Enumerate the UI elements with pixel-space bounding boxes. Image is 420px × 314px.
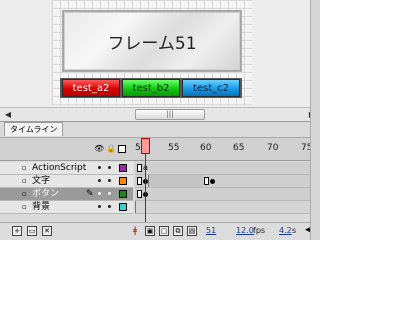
playhead-handle[interactable] [141, 138, 150, 154]
current-frame[interactable]: 51 [206, 226, 216, 235]
layer-name[interactable]: 背景 [32, 201, 50, 213]
stage-button-bar: test_a2 test_b2 test_c2 [60, 78, 242, 98]
keyframe-empty[interactable] [137, 164, 142, 172]
edit-multiple-frames-icon[interactable]: ⧉ [173, 226, 183, 236]
frame-span[interactable] [135, 201, 320, 213]
layer-frames[interactable]: a [135, 162, 320, 175]
onion-outline-icon[interactable]: ▢ [159, 226, 169, 236]
movie-frame: フレーム51 [62, 10, 242, 72]
layer-icon: ▫ [22, 177, 27, 185]
layer-frames[interactable] [135, 201, 320, 214]
scroll-left-icon[interactable]: ◀ [2, 109, 14, 120]
layer-name[interactable]: ActionScript [32, 162, 86, 174]
layer-list: ▫ ActionScript a ▫ 文字 [0, 162, 320, 222]
layer-header-icons: 👁 🔒 [94, 144, 126, 153]
frame-span[interactable] [148, 175, 203, 187]
lock-icon[interactable]: 🔒 [106, 144, 116, 153]
layer-name[interactable]: 文字 [32, 175, 50, 187]
stage-area: フレーム51 test_a2 test_b2 test_c2 [0, 0, 320, 107]
layer-row-text[interactable]: ▫ 文字 [0, 175, 320, 188]
layer-icon: ▫ [22, 203, 27, 211]
scroll-thumb[interactable]: ||| [135, 109, 205, 120]
ruler-tick: 65 [233, 143, 245, 153]
frame-rate[interactable]: 12.0 [236, 226, 254, 235]
layer-icon: ▫ [22, 190, 27, 198]
layer-name-cell[interactable]: ▫ ActionScript [0, 162, 133, 175]
lock-dot[interactable] [108, 179, 111, 182]
insert-folder-icon[interactable]: ▭ [27, 226, 37, 236]
keyframe[interactable] [210, 179, 215, 184]
delete-layer-icon[interactable]: ✕ [42, 226, 52, 236]
insert-layer-icon[interactable]: + [12, 226, 22, 236]
outline-icon[interactable] [118, 144, 126, 153]
visibility-dot[interactable] [98, 166, 101, 169]
layer-name[interactable]: ボタン [32, 188, 59, 200]
outline-color-swatch[interactable] [119, 164, 127, 172]
stage-horizontal-scrollbar[interactable]: ◀ ||| ▶ [0, 107, 320, 121]
layer-row-actionscript[interactable]: ▫ ActionScript a [0, 162, 320, 175]
eye-icon[interactable]: 👁 [94, 144, 104, 153]
ruler-tick: 70 [267, 143, 279, 153]
timeline-panel: タイムライン 👁 🔒 50 55 60 65 70 75 ▫ ActionScr… [0, 121, 320, 240]
layer-name-cell[interactable]: ▫ 文字 [0, 175, 133, 188]
lock-dot[interactable] [108, 166, 111, 169]
keyframe-empty[interactable] [204, 177, 209, 185]
outline-color-swatch[interactable] [119, 190, 127, 198]
layer-frames[interactable] [135, 188, 320, 201]
ruler-tick: 55 [168, 143, 180, 153]
timeline-tab[interactable]: タイムライン [4, 122, 64, 136]
lock-dot[interactable] [108, 205, 111, 208]
outline-color-swatch[interactable] [119, 177, 127, 185]
layer-frames[interactable] [135, 175, 320, 188]
layer-name-cell[interactable]: ▫ 背景 [0, 201, 133, 214]
timeline-footer: + ▭ ✕ ǂ ▣ ▢ ⧉ ▤ 51 12.0 fps 4.2 s ◀ [0, 222, 320, 240]
test-b2-button[interactable]: test_b2 [122, 79, 180, 97]
test-a2-button[interactable]: test_a2 [62, 79, 120, 97]
frame-ruler[interactable]: 50 55 60 65 70 75 [135, 138, 320, 162]
ruler-tick: 60 [200, 143, 212, 153]
frame-rate-unit: fps [253, 226, 266, 235]
elapsed-time-unit: s [292, 226, 297, 235]
pencil-icon: ✎ [86, 189, 94, 199]
keyframe-empty[interactable] [137, 177, 142, 185]
lock-dot[interactable] [108, 192, 111, 195]
layer-name-cell[interactable]: ▫ ボタン ✎ [0, 188, 133, 201]
visibility-dot[interactable] [98, 192, 101, 195]
onion-markers-icon[interactable]: ▤ [187, 226, 197, 236]
elapsed-time[interactable]: 4.2 [279, 226, 292, 235]
visibility-dot[interactable] [98, 205, 101, 208]
right-panel-edge [310, 0, 320, 240]
frame-title: フレーム51 [107, 34, 197, 54]
layer-row-button[interactable]: ▫ ボタン ✎ [0, 188, 320, 201]
keyframe-empty[interactable] [137, 190, 142, 198]
test-c2-button[interactable]: test_c2 [182, 79, 240, 97]
center-frame-icon[interactable]: ǂ [133, 226, 137, 236]
visibility-dot[interactable] [98, 179, 101, 182]
timeline-header: 👁 🔒 50 55 60 65 70 75 [0, 137, 320, 161]
layer-row-background[interactable]: ▫ 背景 [0, 201, 320, 214]
layer-icon: ▫ [22, 164, 27, 172]
onion-skin-icon[interactable]: ▣ [145, 226, 155, 236]
outline-color-swatch[interactable] [119, 203, 127, 211]
